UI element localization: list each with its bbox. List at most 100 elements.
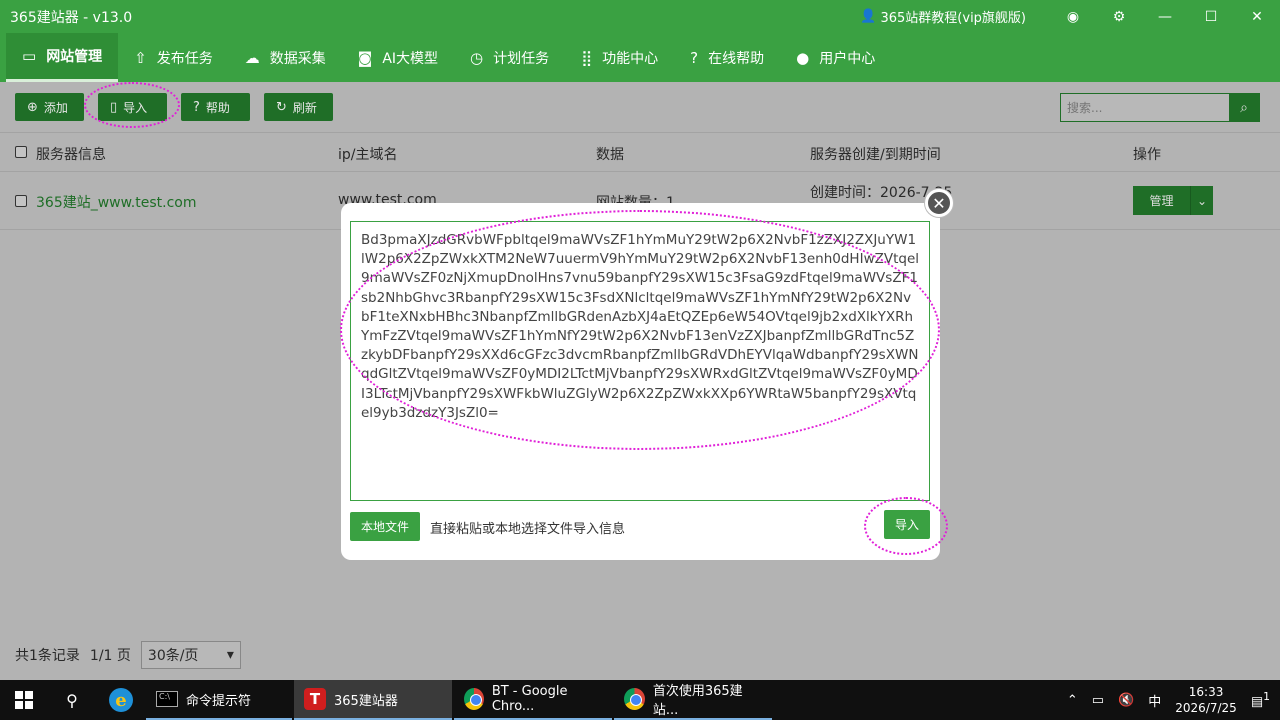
confirm-import-button[interactable]: 导入 — [884, 510, 930, 539]
nav-data-collection[interactable]: ☁ 数据采集 — [229, 33, 342, 82]
header-time: 服务器创建/到期时间 — [810, 147, 941, 163]
import-button[interactable]: ▯ 导入 — [98, 93, 167, 121]
import-hint: 直接粘贴或本地选择文件导入信息 — [430, 522, 626, 537]
refresh-icon: ↻ — [276, 99, 287, 115]
table-header: 服务器信息 ip/主域名 数据 服务器创建/到期时间 操作 — [0, 132, 1280, 172]
chevron-down-icon: ▾ — [226, 647, 234, 663]
total-records: 共1条记录 — [15, 648, 80, 664]
volume-muted-icon[interactable]: 🔇 — [1118, 693, 1134, 708]
notification-count: 1 — [1263, 690, 1270, 704]
import-dialog: Bd3pmaXJzdGRvbWFpbltqel9maWVsZF1hYmMuY29… — [341, 203, 940, 560]
taskbar-chrome-bt[interactable]: BT - Google Chro... — [454, 680, 612, 720]
nav-publish-task[interactable]: ⇧ 发布任务 — [118, 33, 229, 82]
taskbar-365[interactable]: T 365建站器 — [294, 680, 452, 720]
nav-scheduled-task[interactable]: ◷ 计划任务 — [454, 33, 565, 82]
skin-icon[interactable]: ◉ — [1050, 0, 1096, 33]
nav-function-center[interactable]: ⣿ 功能中心 — [565, 33, 674, 82]
refresh-label: 刷新 — [292, 100, 317, 115]
taskbar-ie[interactable]: e — [96, 680, 146, 720]
search-box: ⌕ — [1060, 93, 1260, 122]
page-indicator: 1/1 页 — [89, 648, 131, 664]
nav-label: 发布任务 — [156, 50, 213, 67]
select-all-checkbox[interactable] — [15, 146, 27, 158]
nav-label: 功能中心 — [602, 50, 659, 67]
nav-user-center[interactable]: ● 用户中心 — [780, 33, 891, 82]
app-title: 365建站器 - v13.0 — [10, 9, 133, 26]
start-button[interactable] — [0, 680, 48, 720]
add-button[interactable]: ⊕ 添加 — [15, 93, 84, 121]
header-data: 数据 — [596, 147, 624, 163]
system-tray: ⌃ ▭ 🔇 中 16:33 2026/7/25 ▤1 — [1067, 680, 1280, 720]
add-label: 添加 — [43, 100, 68, 115]
manage-label: 管理 — [1133, 186, 1191, 215]
user-icon: 👤 — [860, 9, 877, 24]
task-label: BT - Google Chro... — [491, 684, 568, 714]
notification-icon[interactable]: ▤1 — [1251, 690, 1270, 709]
taskbar-cmd[interactable]: C:\ 命令提示符 — [146, 680, 292, 720]
user-icon: ● — [796, 48, 810, 67]
help-label: 帮助 — [205, 100, 230, 115]
nav-label: AI大模型 — [382, 50, 439, 67]
refresh-button[interactable]: ↻ 刷新 — [264, 93, 333, 121]
nav-label: 用户中心 — [819, 50, 876, 67]
chrome-icon — [464, 688, 484, 710]
search-button[interactable]: ⌕ — [1229, 94, 1259, 121]
nav-label: 网站管理 — [46, 49, 103, 65]
grid-icon: ⣿ — [581, 48, 593, 67]
upload-icon: ⇧ — [134, 48, 147, 67]
manage-dropdown[interactable]: 管理 ⌄ — [1133, 186, 1213, 215]
nav-label: 计划任务 — [493, 50, 550, 67]
windows-icon — [15, 691, 33, 709]
import-label: 导入 — [123, 100, 148, 115]
settings-icon[interactable]: ⚙ — [1096, 0, 1142, 33]
main-nav: ▭ 网站管理 ⇧ 发布任务 ☁ 数据采集 ◙ AI大模型 ◷ 计划任务 ⣿ 功能… — [0, 33, 1280, 82]
clock-icon: ◷ — [470, 48, 484, 67]
nav-label: 数据采集 — [269, 50, 326, 67]
maximize-button[interactable]: ☐ — [1188, 0, 1234, 33]
nav-ai-model[interactable]: ◙ AI大模型 — [342, 33, 454, 82]
clock-date: 2026/7/25 — [1175, 701, 1237, 715]
question-icon: ? — [193, 99, 200, 115]
app-365-icon: T — [304, 688, 326, 710]
question-icon: ? — [690, 48, 699, 67]
row-checkbox[interactable] — [15, 195, 27, 207]
header-server-info: 服务器信息 — [36, 147, 106, 163]
nav-online-help[interactable]: ? 在线帮助 — [674, 33, 780, 82]
close-dialog-button[interactable]: ✕ — [925, 189, 953, 217]
task-label: 首次使用365建站... — [652, 684, 743, 718]
taskbar-chrome-365[interactable]: 首次使用365建站... — [614, 680, 772, 720]
clock[interactable]: 16:33 2026/7/25 — [1175, 684, 1237, 716]
clock-time: 16:33 — [1188, 685, 1224, 699]
task-label: 命令提示符 — [186, 693, 252, 709]
close-window-button[interactable]: ✕ — [1234, 0, 1280, 33]
plus-circle-icon: ⊕ — [27, 99, 38, 115]
task-label: 365建站器 — [334, 693, 398, 709]
tutorial-link[interactable]: 👤 365站群教程(vip旗舰版) — [860, 7, 1026, 26]
nav-label: 在线帮助 — [708, 50, 765, 67]
robot-icon: ◙ — [357, 48, 373, 67]
per-page-value: 30条/页 — [147, 648, 199, 664]
file-icon: ▯ — [110, 99, 118, 115]
cmd-icon: C:\ — [156, 691, 178, 707]
import-textarea[interactable]: Bd3pmaXJzdGRvbWFpbltqel9maWVsZF1hYmMuY29… — [350, 221, 930, 501]
tutorial-label: 365站群教程(vip旗舰版) — [880, 11, 1026, 26]
minimize-button[interactable]: — — [1142, 0, 1188, 33]
header-action: 操作 — [1133, 147, 1161, 163]
network-icon[interactable]: ▭ — [1092, 693, 1104, 708]
chevron-down-icon: ⌄ — [1196, 193, 1208, 208]
ime-indicator[interactable]: 中 — [1148, 691, 1161, 710]
taskbar-search-button[interactable]: ⚲ — [48, 680, 96, 720]
close-icon: ✕ — [932, 193, 946, 213]
per-page-select[interactable]: 30条/页 ▾ — [140, 641, 241, 669]
window-icon: ▭ — [22, 47, 37, 65]
nav-website-management[interactable]: ▭ 网站管理 — [6, 33, 119, 82]
chevron-up-icon[interactable]: ⌃ — [1067, 693, 1078, 708]
local-file-button[interactable]: 本地文件 — [350, 512, 420, 541]
taskbar: ⚲ e C:\ 命令提示符 T 365建站器 BT - Google Chro.… — [0, 680, 1280, 720]
search-input[interactable] — [1061, 94, 1229, 121]
search-icon: ⚲ — [66, 690, 78, 710]
cloud-download-icon: ☁ — [244, 48, 260, 67]
search-icon: ⌕ — [1240, 99, 1248, 116]
help-button[interactable]: ? 帮助 — [181, 93, 250, 121]
site-name-link[interactable]: 365建站_www.test.com — [36, 192, 196, 212]
